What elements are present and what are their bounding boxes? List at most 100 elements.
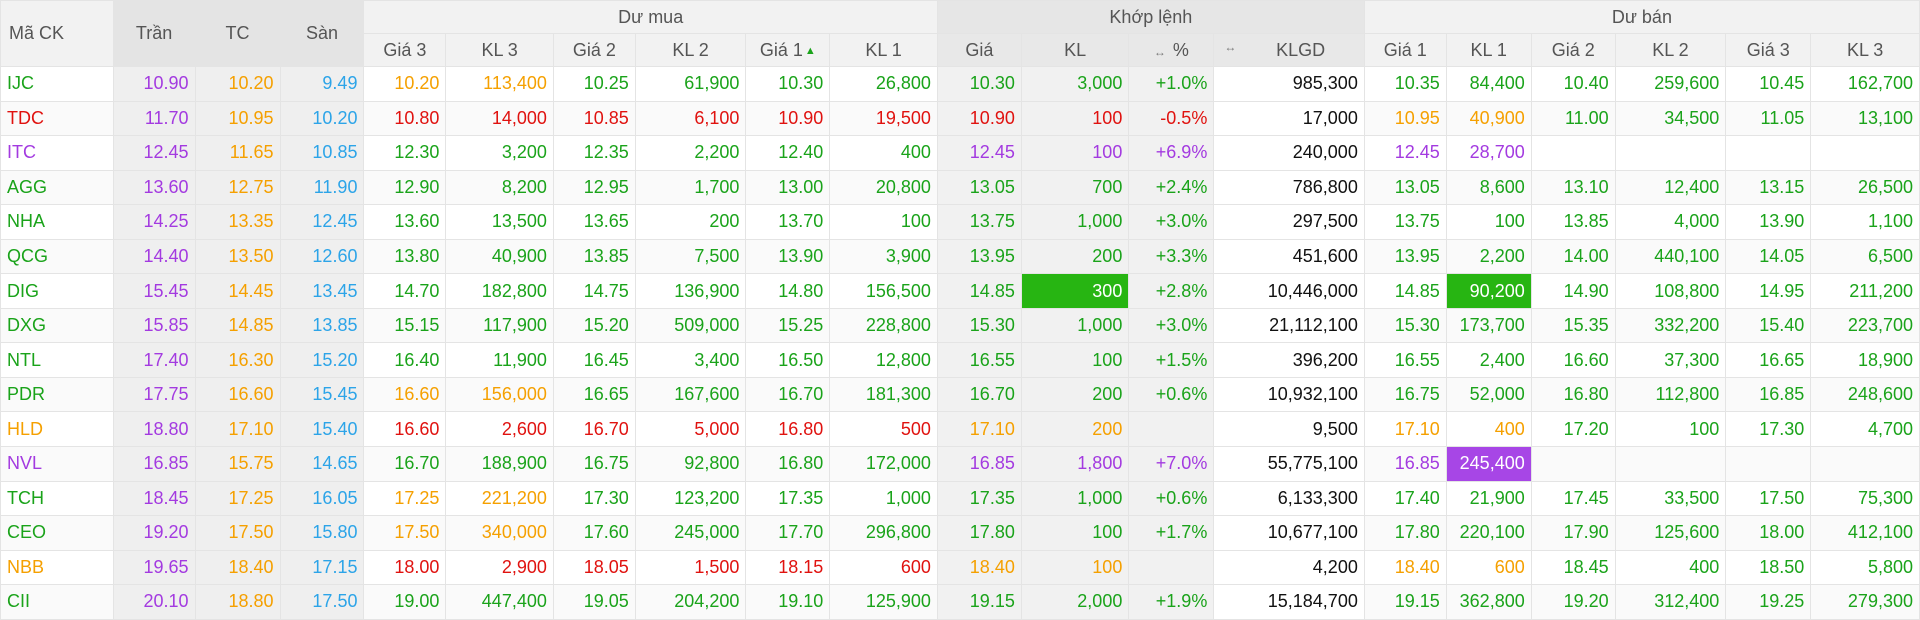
buy-price-3-cell[interactable]: 17.25 bbox=[363, 480, 447, 517]
buy-vol-1-cell[interactable]: 19,500 bbox=[829, 100, 938, 137]
buy-vol-1-cell[interactable]: 181,300 bbox=[829, 376, 938, 413]
sell-vol-1-cell[interactable]: 173,700 bbox=[1445, 307, 1532, 344]
col-header-buy-vol-2[interactable]: KL 2 bbox=[634, 33, 747, 67]
buy-price-1-cell[interactable]: 16.50 bbox=[745, 342, 831, 378]
buy-price-1-cell[interactable]: 12.40 bbox=[745, 135, 831, 171]
sell-vol-1-cell[interactable]: 220,100 bbox=[1445, 515, 1532, 551]
sell-price-1-cell[interactable]: 17.80 bbox=[1363, 515, 1447, 551]
buy-price-3-cell[interactable]: 10.80 bbox=[363, 100, 447, 137]
buy-vol-2-cell[interactable]: 1,700 bbox=[634, 169, 747, 206]
buy-vol-2-cell[interactable]: 61,900 bbox=[634, 66, 747, 102]
col-header-buy-price-3[interactable]: Giá 3 bbox=[363, 33, 447, 67]
symbol-cell[interactable]: PDR bbox=[0, 376, 114, 413]
buy-vol-3-cell[interactable]: 113,400 bbox=[445, 66, 554, 102]
sell-price-3-cell[interactable]: 17.30 bbox=[1725, 411, 1812, 448]
sell-vol-1-cell[interactable]: 362,800 bbox=[1445, 584, 1532, 620]
sell-vol-1-cell[interactable]: 400 bbox=[1445, 411, 1532, 448]
sell-price-2-cell[interactable]: 15.35 bbox=[1530, 307, 1616, 344]
buy-vol-3-cell[interactable]: 13,500 bbox=[445, 204, 554, 240]
buy-vol-2-cell[interactable]: 200 bbox=[634, 204, 747, 240]
column-toggle-icon[interactable]: ↔ bbox=[1224, 40, 1236, 54]
buy-price-2-cell[interactable]: 16.70 bbox=[552, 411, 636, 448]
sell-price-3-cell[interactable]: 14.95 bbox=[1725, 273, 1812, 309]
sell-price-1-cell[interactable]: 15.30 bbox=[1363, 307, 1447, 344]
sell-vol-2-cell[interactable]: 312,400 bbox=[1614, 584, 1727, 620]
col-header-total-volume[interactable]: ↔ KLGD bbox=[1213, 33, 1365, 67]
symbol-cell[interactable]: NVL bbox=[0, 446, 114, 482]
buy-price-2-cell[interactable]: 13.65 bbox=[552, 204, 636, 240]
buy-vol-1-cell[interactable]: 296,800 bbox=[829, 515, 938, 551]
buy-price-2-cell[interactable]: 16.45 bbox=[552, 342, 636, 378]
buy-vol-1-cell[interactable]: 20,800 bbox=[829, 169, 938, 206]
sell-price-2-cell[interactable] bbox=[1530, 135, 1616, 171]
buy-price-3-cell[interactable]: 16.40 bbox=[363, 342, 447, 378]
col-header-ceiling[interactable]: Trần bbox=[112, 0, 196, 67]
col-header-match-vol[interactable]: KL bbox=[1020, 33, 1130, 67]
sell-price-3-cell[interactable]: 19.25 bbox=[1725, 584, 1812, 620]
sell-vol-3-cell[interactable]: 412,100 bbox=[1810, 515, 1920, 551]
col-header-symbol[interactable]: Mã CK bbox=[0, 0, 114, 67]
buy-price-1-cell[interactable]: 19.10 bbox=[745, 584, 831, 620]
sell-vol-2-cell[interactable]: 12,400 bbox=[1614, 169, 1727, 206]
sell-price-2-cell[interactable]: 10.40 bbox=[1530, 66, 1616, 102]
buy-vol-1-cell[interactable]: 228,800 bbox=[829, 307, 938, 344]
table-row[interactable]: CII 20.10 18.80 17.50 19.00 447,400 19.05 204,2… bbox=[0, 584, 1920, 620]
sell-price-1-cell[interactable]: 10.35 bbox=[1363, 66, 1447, 102]
buy-price-1-cell[interactable]: 16.70 bbox=[745, 376, 831, 413]
buy-vol-3-cell[interactable]: 447,400 bbox=[445, 584, 554, 620]
sell-price-3-cell[interactable]: 11.05 bbox=[1725, 100, 1812, 137]
symbol-cell[interactable]: DXG bbox=[0, 307, 114, 344]
sell-vol-1-cell[interactable]: 600 bbox=[1445, 549, 1532, 586]
symbol-cell[interactable]: AGG bbox=[0, 169, 114, 206]
symbol-cell[interactable]: DIG bbox=[0, 273, 114, 309]
sell-price-2-cell[interactable]: 19.20 bbox=[1530, 584, 1616, 620]
col-header-match-price[interactable]: Giá bbox=[936, 33, 1022, 67]
table-row[interactable]: PDR 17.75 16.60 15.45 16.60 156,000 16.65 167,6… bbox=[0, 376, 1920, 413]
buy-price-2-cell[interactable]: 14.75 bbox=[552, 273, 636, 309]
buy-price-3-cell[interactable]: 15.15 bbox=[363, 307, 447, 344]
sell-vol-3-cell[interactable]: 223,700 bbox=[1810, 307, 1920, 344]
buy-vol-3-cell[interactable]: 8,200 bbox=[445, 169, 554, 206]
sell-price-2-cell[interactable] bbox=[1530, 446, 1616, 482]
symbol-cell[interactable]: IJC bbox=[0, 66, 114, 102]
symbol-cell[interactable]: TCH bbox=[0, 480, 114, 517]
symbol-cell[interactable]: CII bbox=[0, 584, 114, 620]
symbol-cell[interactable]: NBB bbox=[0, 549, 114, 586]
buy-vol-3-cell[interactable]: 156,000 bbox=[445, 376, 554, 413]
sell-price-1-cell[interactable]: 16.75 bbox=[1363, 376, 1447, 413]
sell-vol-2-cell[interactable]: 34,500 bbox=[1614, 100, 1727, 137]
sell-price-3-cell[interactable]: 18.00 bbox=[1725, 515, 1812, 551]
buy-price-2-cell[interactable]: 10.85 bbox=[552, 100, 636, 137]
buy-vol-1-cell[interactable]: 600 bbox=[829, 549, 938, 586]
sell-vol-2-cell[interactable]: 400 bbox=[1614, 549, 1727, 586]
sell-vol-2-cell[interactable]: 112,800 bbox=[1614, 376, 1727, 413]
sell-vol-2-cell[interactable]: 440,100 bbox=[1614, 238, 1727, 275]
sell-vol-1-cell[interactable]: 2,200 bbox=[1445, 238, 1532, 275]
col-header-sell-vol-3[interactable]: KL 3 bbox=[1810, 33, 1920, 67]
sell-vol-3-cell[interactable]: 162,700 bbox=[1810, 66, 1920, 102]
buy-vol-3-cell[interactable]: 2,900 bbox=[445, 549, 554, 586]
buy-vol-2-cell[interactable]: 7,500 bbox=[634, 238, 747, 275]
buy-vol-1-cell[interactable]: 1,000 bbox=[829, 480, 938, 517]
table-row[interactable]: DXG 15.85 14.85 13.85 15.15 117,900 15.20 509,0… bbox=[0, 307, 1920, 344]
buy-price-2-cell[interactable]: 13.85 bbox=[552, 238, 636, 275]
buy-price-2-cell[interactable]: 12.35 bbox=[552, 135, 636, 171]
sell-price-1-cell[interactable]: 14.85 bbox=[1363, 273, 1447, 309]
sell-vol-3-cell[interactable]: 5,800 bbox=[1810, 549, 1920, 586]
buy-vol-1-cell[interactable]: 125,900 bbox=[829, 584, 938, 620]
buy-price-1-cell[interactable]: 18.15 bbox=[745, 549, 831, 586]
sell-price-2-cell[interactable]: 13.10 bbox=[1530, 169, 1616, 206]
sell-vol-1-cell[interactable]: 90,200 bbox=[1445, 273, 1532, 309]
buy-price-3-cell[interactable]: 19.00 bbox=[363, 584, 447, 620]
table-row[interactable]: ITC 12.45 11.65 10.85 12.30 3,200 12.35 2,200 12… bbox=[0, 135, 1920, 171]
sell-price-1-cell[interactable]: 19.15 bbox=[1363, 584, 1447, 620]
buy-vol-1-cell[interactable]: 500 bbox=[829, 411, 938, 448]
sell-vol-3-cell[interactable] bbox=[1810, 446, 1920, 482]
sell-vol-1-cell[interactable]: 2,400 bbox=[1445, 342, 1532, 378]
sell-price-3-cell[interactable]: 17.50 bbox=[1725, 480, 1812, 517]
sell-price-2-cell[interactable]: 16.80 bbox=[1530, 376, 1616, 413]
sell-price-3-cell[interactable]: 16.85 bbox=[1725, 376, 1812, 413]
sell-vol-3-cell[interactable]: 26,500 bbox=[1810, 169, 1920, 206]
table-row[interactable]: CEO 19.20 17.50 15.80 17.50 340,000 17.60 245,0… bbox=[0, 515, 1920, 551]
buy-vol-3-cell[interactable]: 340,000 bbox=[445, 515, 554, 551]
